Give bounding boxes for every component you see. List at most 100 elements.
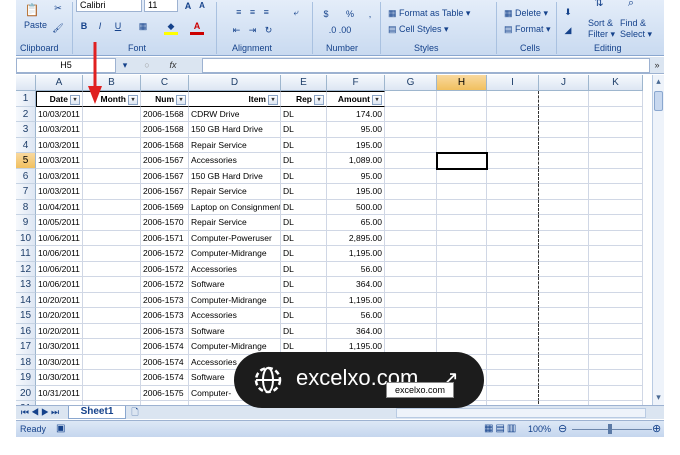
underline-icon[interactable]: U	[110, 20, 126, 32]
empty-cell[interactable]	[487, 91, 539, 107]
data-cell[interactable]: DL	[281, 292, 327, 308]
data-cell[interactable]: 2,895.00	[327, 230, 385, 246]
data-cell[interactable]: DL	[281, 246, 327, 262]
empty-cell[interactable]	[487, 292, 539, 308]
header-cell[interactable]: Amount ▾	[327, 91, 385, 107]
filter-dropdown-icon[interactable]: ▾	[314, 95, 324, 105]
paste-icon[interactable]: 📋	[22, 4, 42, 18]
empty-cell[interactable]	[487, 261, 539, 277]
row-header[interactable]: 14	[16, 292, 36, 308]
data-cell[interactable]	[83, 277, 141, 293]
column-header-g[interactable]: G	[385, 75, 437, 91]
empty-cell[interactable]	[589, 168, 643, 184]
data-cell[interactable]	[83, 385, 141, 401]
data-cell[interactable]: DL	[281, 323, 327, 339]
row-header[interactable]: 17	[16, 339, 36, 355]
header-cell[interactable]: Rep ▾	[281, 91, 327, 107]
data-cell[interactable]: 2006-1570	[141, 215, 189, 231]
data-cell[interactable]	[83, 122, 141, 138]
data-cell[interactable]	[83, 308, 141, 324]
row-header[interactable]: 5	[16, 153, 36, 169]
data-cell[interactable]: 500.00	[327, 199, 385, 215]
data-cell[interactable]: 10/30/2011	[36, 370, 83, 386]
empty-cell[interactable]	[385, 184, 437, 200]
data-cell[interactable]: 10/03/2011	[36, 184, 83, 200]
currency-icon[interactable]: $	[320, 8, 332, 20]
find-select-button-line2[interactable]: Select ▾	[620, 27, 652, 41]
empty-cell[interactable]	[539, 230, 589, 246]
data-cell[interactable]: 10/05/2011	[36, 215, 83, 231]
zoom-in-icon[interactable]: ⊕	[652, 422, 661, 435]
empty-cell[interactable]	[385, 230, 437, 246]
scroll-up-icon[interactable]: ▴	[653, 75, 664, 87]
header-cell[interactable]: Item ▾	[189, 91, 281, 107]
data-cell[interactable]: 2006-1567	[141, 153, 189, 169]
percent-icon[interactable]: %	[344, 8, 356, 20]
data-cell[interactable]: DL	[281, 215, 327, 231]
shrink-font-icon[interactable]: A	[196, 0, 208, 12]
row-header[interactable]: 9	[16, 215, 36, 231]
empty-cell[interactable]	[437, 292, 487, 308]
cancel-icon[interactable]: ○	[140, 59, 154, 71]
row-header[interactable]: 11	[16, 246, 36, 262]
empty-cell[interactable]	[539, 385, 589, 401]
fill-icon[interactable]: ⬇	[562, 6, 574, 18]
scroll-thumb[interactable]	[654, 91, 663, 111]
italic-icon[interactable]: I	[94, 20, 106, 32]
empty-cell[interactable]	[487, 308, 539, 324]
empty-cell[interactable]	[437, 122, 487, 138]
data-cell[interactable]: 1,195.00	[327, 292, 385, 308]
empty-cell[interactable]	[437, 277, 487, 293]
data-cell[interactable]: 2006-1573	[141, 292, 189, 308]
data-cell[interactable]	[83, 292, 141, 308]
data-cell[interactable]: 2006-1568	[141, 137, 189, 153]
data-cell[interactable]: 10/30/2011	[36, 339, 83, 355]
data-cell[interactable]: 150 GB Hard Drive	[189, 168, 281, 184]
data-cell[interactable]	[83, 230, 141, 246]
column-header-j[interactable]: J	[539, 75, 589, 91]
data-cell[interactable]: 364.00	[327, 323, 385, 339]
data-cell[interactable]: 10/20/2011	[36, 292, 83, 308]
insert-sheet-icon[interactable]: 🗋	[128, 406, 142, 418]
empty-cell[interactable]	[589, 385, 643, 401]
data-cell[interactable]	[83, 184, 141, 200]
data-cell[interactable]: 1,195.00	[327, 246, 385, 262]
empty-cell[interactable]	[539, 354, 589, 370]
empty-cell[interactable]	[385, 261, 437, 277]
font-name-select[interactable]: Calibri	[76, 0, 142, 12]
empty-cell[interactable]	[437, 308, 487, 324]
data-cell[interactable]: 150 GB Hard Drive	[189, 122, 281, 138]
row-header[interactable]: 2	[16, 106, 36, 122]
delete-button[interactable]: ▦ Delete ▾	[504, 6, 548, 20]
column-header-e[interactable]: E	[281, 75, 327, 91]
data-cell[interactable]: DL	[281, 184, 327, 200]
empty-cell[interactable]	[589, 277, 643, 293]
data-cell[interactable]: DL	[281, 137, 327, 153]
empty-cell[interactable]	[539, 323, 589, 339]
data-cell[interactable]	[83, 137, 141, 153]
empty-cell[interactable]	[589, 246, 643, 262]
empty-cell[interactable]	[539, 277, 589, 293]
empty-cell[interactable]	[385, 215, 437, 231]
empty-cell[interactable]	[487, 153, 539, 169]
cell-styles-button[interactable]: ▤ Cell Styles ▾	[388, 22, 449, 36]
filter-dropdown-icon[interactable]: ▾	[176, 95, 186, 105]
empty-cell[interactable]	[539, 261, 589, 277]
data-cell[interactable]: DL	[281, 122, 327, 138]
empty-cell[interactable]	[487, 354, 539, 370]
formula-input[interactable]	[202, 58, 650, 73]
data-cell[interactable]: 10/20/2011	[36, 323, 83, 339]
empty-cell[interactable]	[487, 339, 539, 355]
data-cell[interactable]: 95.00	[327, 168, 385, 184]
empty-cell[interactable]	[437, 230, 487, 246]
empty-cell[interactable]	[539, 122, 589, 138]
view-icons[interactable]: ▦▤▥	[484, 423, 518, 434]
data-cell[interactable]: 2006-1574	[141, 354, 189, 370]
data-cell[interactable]: 10/03/2011	[36, 168, 83, 184]
data-cell[interactable]: DL	[281, 199, 327, 215]
data-cell[interactable]: DL	[281, 308, 327, 324]
empty-cell[interactable]	[589, 91, 643, 107]
data-cell[interactable]: Repair Service	[189, 137, 281, 153]
macro-icon[interactable]: ▣	[56, 423, 65, 434]
grow-font-icon[interactable]: A	[182, 0, 194, 12]
